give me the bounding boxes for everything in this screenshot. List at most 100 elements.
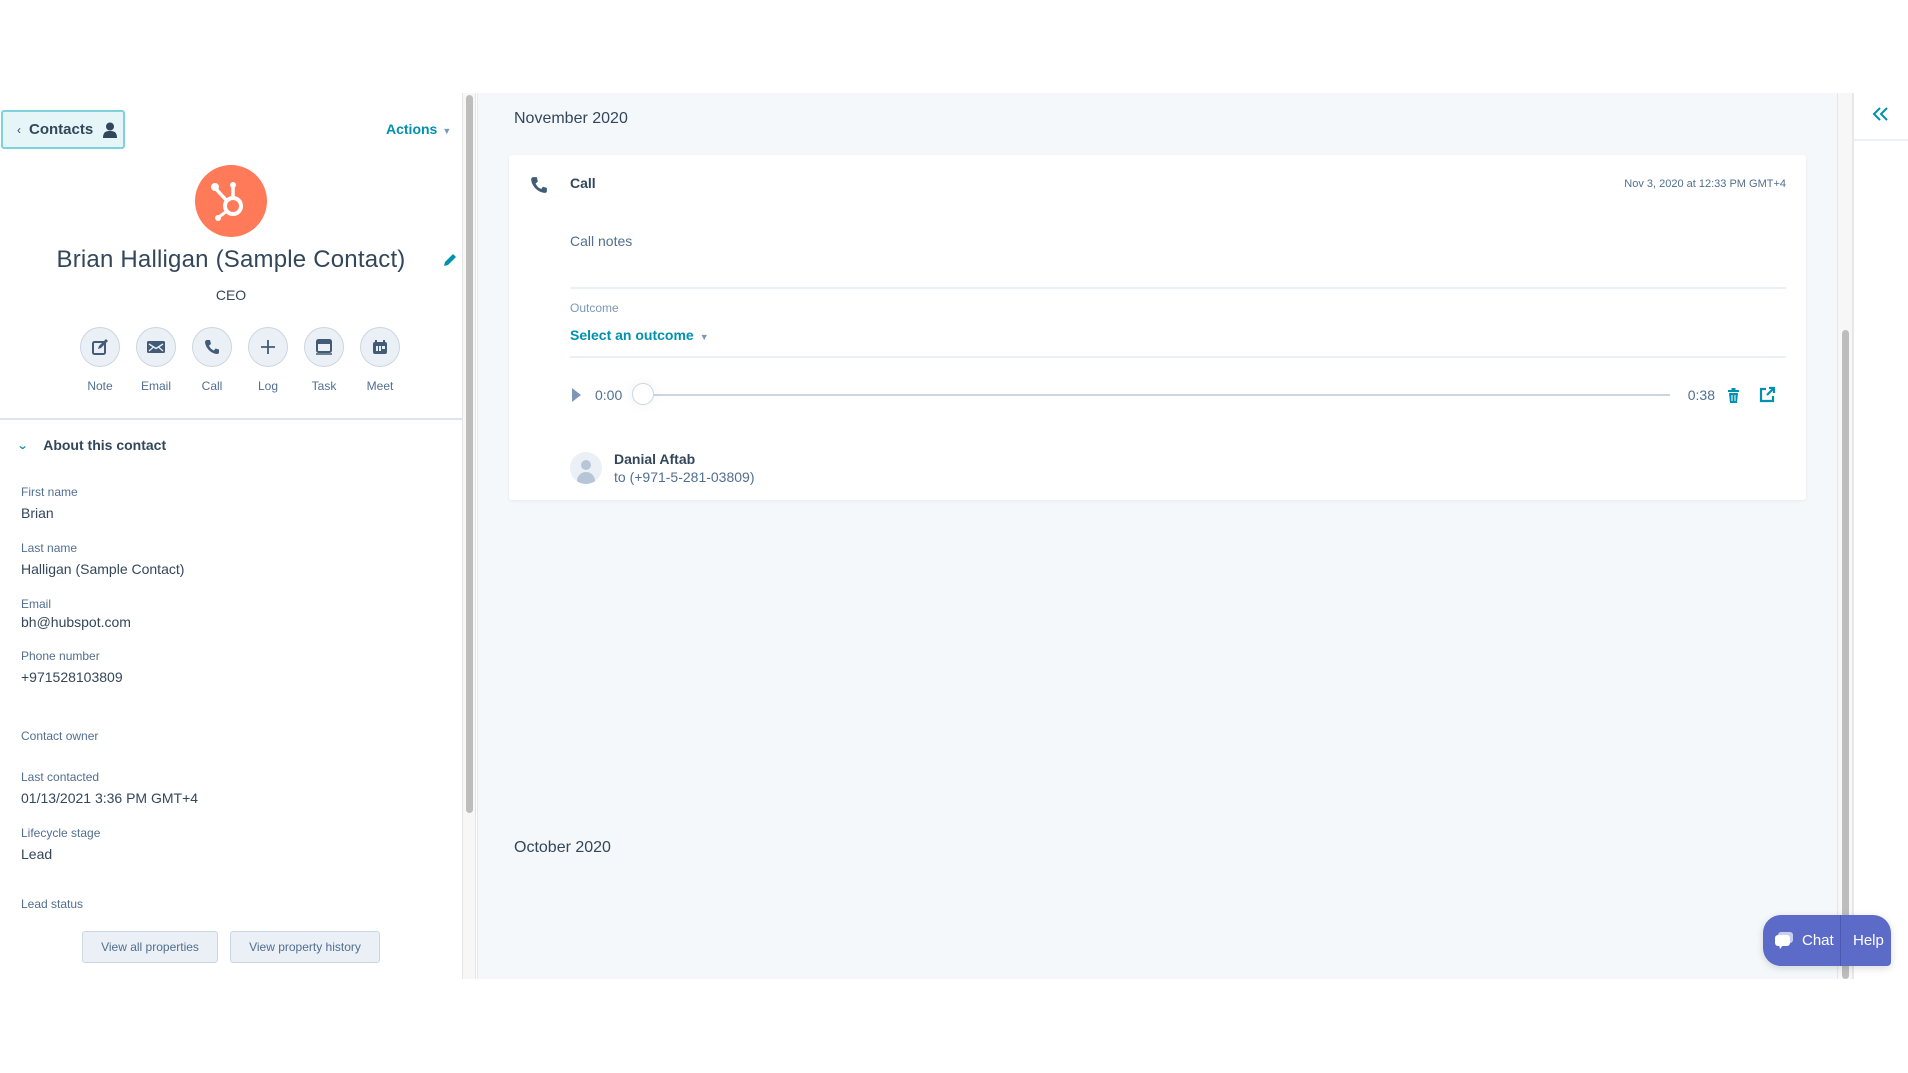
log-action-button[interactable]: Log <box>240 327 296 393</box>
actions-label: Actions <box>386 121 438 137</box>
property-value: Brian <box>21 505 54 521</box>
property-label: Lifecycle stage <box>21 826 101 840</box>
contact-record-page: ‹ Contacts Actions ▼ Brian Halligan (Samp… <box>0 93 1908 979</box>
property-email[interactable]: Email bh@hubspot.com <box>21 597 131 630</box>
right-sidebar <box>1853 93 1908 979</box>
property-value: Lead <box>21 846 53 862</box>
envelope-icon <box>136 327 176 367</box>
call-notes[interactable]: Call notes <box>570 233 632 249</box>
timeline-scrollbar[interactable] <box>1837 93 1853 979</box>
plus-icon <box>248 327 288 367</box>
caller-avatar <box>570 452 602 484</box>
chat-button[interactable]: Chat <box>1763 915 1841 966</box>
meet-action-button[interactable]: Meet <box>352 327 408 393</box>
property-value: +971528103809 <box>21 669 123 685</box>
playback-slider-knob[interactable] <box>632 383 655 405</box>
call-activity-card: Call Nov 3, 2020 at 12:33 PM GMT+4 Call … <box>509 155 1806 500</box>
property-label: Last contacted <box>21 770 100 784</box>
play-icon[interactable] <box>572 388 581 402</box>
task-label: Task <box>311 379 337 393</box>
property-label: Lead status <box>21 897 84 911</box>
outcome-divider <box>570 356 1786 358</box>
call-label: Call <box>201 379 223 393</box>
chevron-left-icon: ‹ <box>17 122 21 137</box>
contact-job-title: CEO <box>215 287 247 303</box>
property-label: Phone number <box>21 649 100 663</box>
phone-icon <box>530 176 548 199</box>
month-header: November 2020 <box>514 110 628 127</box>
property-label: Email <box>21 597 52 611</box>
avatar-head <box>581 460 591 470</box>
view-all-properties-button[interactable]: View all properties <box>82 931 218 963</box>
note-edit-icon <box>80 327 120 367</box>
property-label: First name <box>21 485 78 499</box>
caret-down-icon: ▼ <box>442 126 452 136</box>
contact-name: Brian Halligan (Sample Contact) <box>56 246 406 273</box>
recording-duration: 0:38 <box>1687 387 1715 403</box>
contact-sidebar: ‹ Contacts Actions ▼ Brian Halligan (Samp… <box>0 93 462 979</box>
activity-timeline: November 2020 Call Nov 3, 2020 at 12:33 … <box>477 93 1837 979</box>
section-divider <box>0 418 462 420</box>
property-last-name[interactable]: Last name Halligan (Sample Contact) <box>21 541 184 577</box>
meet-label: Meet <box>366 379 394 393</box>
property-phone-number[interactable]: Phone number +971528103809 <box>21 649 123 685</box>
property-label: Contact owner <box>21 729 99 743</box>
edit-pencil-icon[interactable] <box>442 252 458 268</box>
outcome-label: Outcome <box>570 301 619 315</box>
note-action-button[interactable]: Note <box>72 327 128 393</box>
timeline-scrollbar-thumb[interactable] <box>1842 330 1849 979</box>
caller-details: Danial Aftab to (+971-5-281-03809) <box>614 451 755 485</box>
current-time: 0:00 <box>595 387 623 403</box>
playback-slider[interactable] <box>632 383 1670 405</box>
left-scrollbar-thumb[interactable] <box>466 95 473 813</box>
caller-name[interactable]: Danial Aftab <box>614 451 755 467</box>
property-last-contacted[interactable]: Last contacted 01/13/2021 3:36 PM GMT+4 <box>21 770 198 806</box>
note-label: Note <box>87 379 113 393</box>
month-header: October 2020 <box>514 839 611 856</box>
call-action-button[interactable]: Call <box>184 327 240 393</box>
email-label: Email <box>140 379 171 393</box>
task-icon <box>304 327 344 367</box>
activity-timestamp: Nov 3, 2020 at 12:33 PM GMT+4 <box>1624 178 1786 190</box>
property-first-name[interactable]: First name Brian <box>21 485 78 521</box>
caret-down-icon: ▼ <box>699 332 709 342</box>
call-recording-player: 0:00 0:38 <box>572 381 1776 409</box>
company-logo <box>195 165 267 237</box>
view-property-history-button[interactable]: View property history <box>230 931 380 963</box>
outcome-dropdown[interactable]: Select an outcome ▼ <box>570 327 709 343</box>
activity-type[interactable]: Call <box>570 175 596 191</box>
property-lead-status[interactable]: Lead status <box>21 897 83 917</box>
email-action-button[interactable]: Email <box>128 327 184 393</box>
chat-bubble-icon <box>1774 931 1794 950</box>
quick-actions: Note Email Call Log Task Meet <box>72 327 408 393</box>
chat-help-widget: Chat Help <box>1763 915 1891 966</box>
notes-divider <box>570 287 1786 289</box>
property-value: 01/13/2021 3:36 PM GMT+4 <box>21 790 199 806</box>
expand-sidebar-button[interactable] <box>1854 93 1908 141</box>
back-to-contacts-label: Contacts <box>29 121 94 138</box>
task-action-button[interactable]: Task <box>296 327 352 393</box>
chevron-down-icon: ⌄ <box>16 439 29 452</box>
caller-phone: to (+971-5-281-03809) <box>614 469 755 485</box>
property-value: bh@hubspot.com <box>21 614 131 630</box>
property-lifecycle-stage[interactable]: Lifecycle stage Lead <box>21 826 100 862</box>
calendar-icon <box>360 327 400 367</box>
back-to-contacts-button[interactable]: ‹ Contacts <box>1 110 125 149</box>
avatar-body <box>577 472 595 484</box>
chat-label: Chat <box>1802 932 1834 949</box>
about-contact-toggle[interactable]: ⌄ About this contact <box>16 437 166 453</box>
phone-icon <box>192 327 232 367</box>
property-label: Last name <box>21 541 78 555</box>
property-contact-owner[interactable]: Contact owner <box>21 729 98 749</box>
left-panel-scrollbar[interactable] <box>462 93 476 979</box>
outcome-value: Select an outcome <box>570 327 694 343</box>
trash-icon[interactable] <box>1727 387 1740 403</box>
caller-info: Danial Aftab to (+971-5-281-03809) <box>570 451 755 485</box>
log-label: Log <box>257 379 279 393</box>
property-value: Halligan (Sample Contact) <box>21 561 185 577</box>
hubspot-sprocket-icon <box>211 182 243 221</box>
double-chevron-left-icon <box>1872 106 1890 127</box>
external-link-icon[interactable] <box>1758 386 1776 404</box>
actions-dropdown[interactable]: Actions ▼ <box>386 121 451 137</box>
help-button[interactable]: Help <box>1841 932 1884 949</box>
